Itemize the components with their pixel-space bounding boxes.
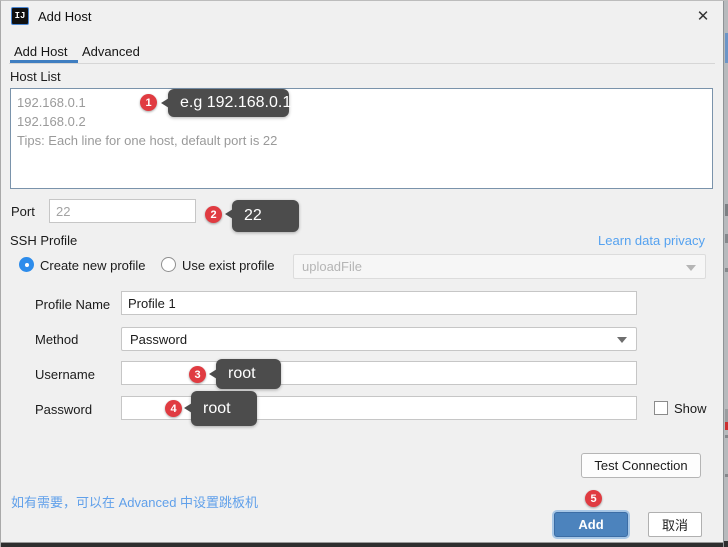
profile-name-label: Profile Name (35, 297, 111, 312)
advanced-jump-host-note[interactable]: 如有需要，可以在 Advanced 中设置跳板机 (11, 492, 258, 511)
method-select[interactable]: Password (121, 327, 637, 351)
tooltip-arrow-icon (161, 98, 169, 108)
annotation-badge-4: 4 (165, 400, 182, 417)
show-password-label[interactable]: Show (674, 401, 707, 416)
annotation-tooltip-4: root (184, 391, 257, 426)
host-list-placeholder-line: Tips: Each line for one host, default po… (17, 133, 278, 148)
scrollbar-marker (724, 541, 728, 547)
host-list-placeholder-line: 192.168.0.1 (17, 95, 86, 110)
method-select-value: Password (130, 331, 188, 347)
annotation-badge-1: 1 (140, 94, 157, 111)
show-password-checkbox[interactable] (654, 401, 668, 415)
chevron-down-icon (617, 337, 627, 343)
tooltip-arrow-icon (225, 209, 233, 219)
tooltip-arrow-icon (209, 369, 217, 379)
tab-add-host[interactable]: Add Host (14, 44, 67, 61)
learn-data-privacy-link[interactable]: Learn data privacy (598, 233, 705, 248)
add-button[interactable]: Add (554, 512, 628, 537)
annotation-badge-2: 2 (205, 206, 222, 223)
annotation-tooltip-text: root (228, 365, 256, 382)
port-label: Port (11, 204, 35, 219)
tab-advanced[interactable]: Advanced (82, 44, 140, 61)
exist-profile-select-value: uploadFile (302, 259, 362, 274)
annotation-tooltip-2: 22 (225, 200, 299, 232)
password-label: Password (35, 402, 93, 417)
cancel-button[interactable]: 取消 (648, 512, 702, 537)
title-bar: IJ Add Host ✕ (1, 1, 723, 33)
close-icon[interactable]: ✕ (691, 5, 715, 27)
annotation-tooltip-3: root (209, 359, 281, 389)
host-list-textarea[interactable]: 192.168.0.1 192.168.0.2 Tips: Each line … (10, 88, 713, 189)
use-exist-profile-label[interactable]: Use exist profile (182, 258, 274, 273)
background-editor-scrollbar (723, 1, 728, 547)
exist-profile-select: uploadFile (293, 254, 706, 279)
create-new-profile-label[interactable]: Create new profile (40, 258, 146, 273)
intellij-app-icon: IJ (11, 7, 29, 25)
test-connection-button[interactable]: Test Connection (581, 453, 701, 478)
ssh-profile-label: SSH Profile (10, 233, 78, 248)
username-label: Username (35, 367, 95, 382)
add-host-dialog: IJ Add Host ✕ Add Host Advanced Host Lis… (0, 0, 728, 547)
annotation-badge-3: 3 (189, 366, 206, 383)
annotation-tooltip-text: 22 (244, 207, 262, 224)
host-list-label: Host List (10, 69, 61, 84)
annotation-badge-5: 5 (585, 490, 602, 507)
host-list-placeholder-line: 192.168.0.2 (17, 114, 86, 129)
annotation-tooltip-text: e.g 192.168.0.1 (180, 94, 292, 111)
tab-divider (9, 63, 715, 64)
background-window-edge (1, 542, 728, 547)
profile-name-input[interactable] (121, 291, 637, 315)
window-title: Add Host (38, 9, 92, 24)
chevron-down-icon (686, 264, 696, 271)
port-input[interactable] (49, 199, 196, 223)
create-new-profile-radio[interactable] (19, 257, 34, 272)
tooltip-arrow-icon (184, 403, 192, 413)
use-exist-profile-radio[interactable] (161, 257, 176, 272)
method-label: Method (35, 332, 79, 347)
annotation-tooltip-1: e.g 192.168.0.1 (161, 89, 292, 117)
annotation-tooltip-text: root (203, 399, 231, 417)
